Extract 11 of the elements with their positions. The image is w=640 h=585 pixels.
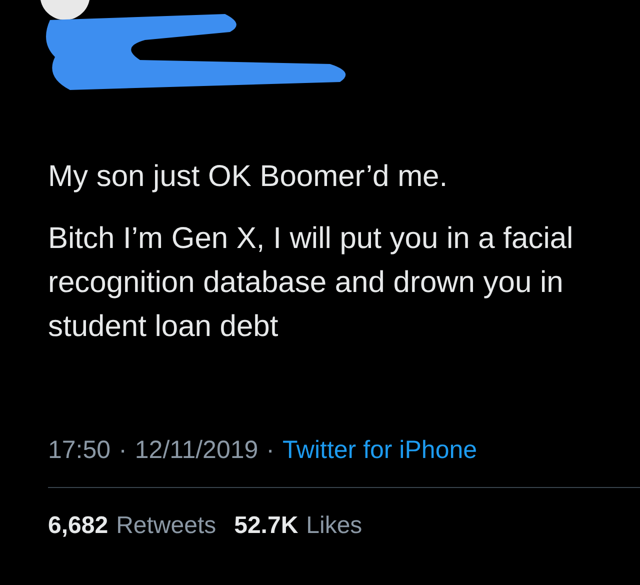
stat-label: Retweets (116, 511, 216, 541)
stat-label: Likes (306, 511, 362, 541)
tweet-text: My son just OK Boomer’d me. (48, 159, 449, 195)
separator-dot: · (266, 435, 274, 466)
tweet-text: Bitch I’m Gen X, I will put you in a facial recognition database and drown you in student loan debt (48, 221, 574, 345)
tweet-time: 17:50 (48, 435, 111, 466)
stat-count: 6,682 (48, 511, 108, 541)
tweet-date: 12/11/2019 (134, 435, 258, 466)
source-link[interactable]: Twitter for iPhone (282, 432, 478, 470)
separator-dot: · (118, 435, 127, 466)
stat-count: 52.7K (234, 511, 298, 541)
